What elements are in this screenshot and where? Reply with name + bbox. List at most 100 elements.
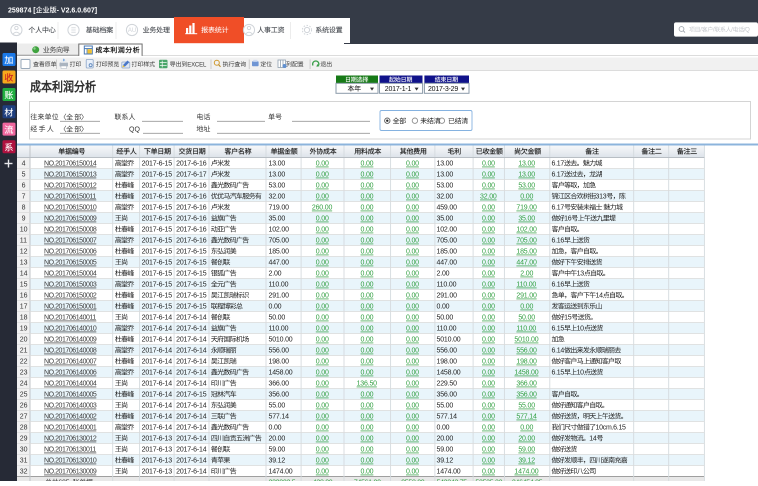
svg-text:2017-6-15: 2017-6-15 [176,260,207,267]
svg-text:NO.201706150014: NO.201706150014 [44,161,97,168]
svg-text:NO.201706150012: NO.201706150012 [44,183,97,190]
svg-text:31: 31 [20,458,28,465]
svg-text:NO.201706150008: NO.201706150008 [44,227,97,234]
svg-text:2017-6-15: 2017-6-15 [142,282,173,289]
svg-text:50.00: 50.00 [437,315,454,322]
svg-text:55.00: 55.00 [437,403,454,410]
svg-text:0.00: 0.00 [406,227,419,234]
svg-text:0.00: 0.00 [361,271,374,278]
svg-text:11: 11 [20,238,27,245]
svg-text:32: 32 [20,469,28,476]
svg-text:2017-6-14: 2017-6-14 [142,392,173,399]
svg-text:0.00: 0.00 [316,359,329,366]
svg-text:2017-6-15: 2017-6-15 [142,304,173,311]
svg-text:0.00: 0.00 [361,337,374,344]
svg-text:6.15: 6.15 [552,370,565,377]
svg-text:14: 14 [589,436,597,443]
svg-text:6.16: 6.16 [552,282,565,289]
svg-text:2.00: 2.00 [520,271,533,278]
svg-text:0.00: 0.00 [361,359,374,366]
svg-text:0.00: 0.00 [316,403,329,410]
svg-text:0.00: 0.00 [482,216,495,223]
svg-text:NO.201706130012: NO.201706130012 [44,436,97,443]
svg-text:NO.201706150004: NO.201706150004 [44,271,97,278]
svg-text:0.00: 0.00 [482,205,495,212]
svg-text:NO.201706140006: NO.201706140006 [44,370,97,377]
svg-text:18: 18 [20,315,28,322]
svg-text:0.00: 0.00 [406,293,419,300]
svg-text:1458.00: 1458.00 [437,370,461,377]
svg-text:53.00: 53.00 [269,183,286,190]
svg-text:2017-6-16: 2017-6-16 [176,183,207,190]
svg-text:5: 5 [22,172,26,179]
svg-text:32.00: 32.00 [480,194,497,201]
svg-text:0.00: 0.00 [361,348,374,355]
svg-text:577.14: 577.14 [269,414,290,421]
svg-text:13.00: 13.00 [437,161,454,168]
svg-text:2017-1-1: 2017-1-1 [385,86,412,93]
svg-text:2017-6-15: 2017-6-15 [142,216,173,223]
svg-text:NO.201706140009: NO.201706140009 [44,337,97,344]
svg-text:0.00: 0.00 [482,348,495,355]
svg-text:0.00: 0.00 [406,172,419,179]
svg-text:NO.201706140005: NO.201706140005 [44,392,97,399]
svg-text:13.00: 13.00 [269,172,286,179]
svg-text:198.00: 198.00 [437,359,458,366]
svg-text:2017-6-14: 2017-6-14 [176,348,207,355]
svg-text:7: 7 [22,194,26,201]
svg-text:0.00: 0.00 [482,436,495,443]
svg-text:2017-6-15: 2017-6-15 [176,282,207,289]
svg-text:0.00: 0.00 [316,238,329,245]
svg-text:0.00: 0.00 [482,293,495,300]
svg-text:0.00: 0.00 [482,469,495,476]
svg-text:2017-6-14: 2017-6-14 [176,326,207,333]
svg-text:1474.00: 1474.00 [514,469,538,476]
svg-text:53.00: 53.00 [518,183,535,190]
svg-text:16: 16 [20,293,28,300]
svg-text:2017-6-13: 2017-6-13 [142,447,173,454]
svg-text:0.00: 0.00 [482,260,495,267]
svg-text:13.00: 13.00 [437,172,454,179]
svg-text:0.00: 0.00 [269,304,282,311]
svg-text:15: 15 [564,315,572,322]
svg-text:0.00: 0.00 [316,447,329,454]
svg-text:0.00: 0.00 [482,370,495,377]
svg-text:0.00: 0.00 [406,304,419,311]
svg-text:53.00: 53.00 [437,183,454,190]
svg-text:0.00: 0.00 [482,403,495,410]
svg-text:0.00: 0.00 [316,469,329,476]
svg-text:0.00: 0.00 [361,216,374,223]
svg-text:50.00: 50.00 [518,315,535,322]
svg-text:0.00: 0.00 [316,282,329,289]
svg-text:0.00: 0.00 [406,392,419,399]
svg-text:0.00: 0.00 [316,381,329,388]
svg-text:313: 313 [596,194,607,201]
svg-text:2017-6-14: 2017-6-14 [176,436,207,443]
svg-text:2017-6-15: 2017-6-15 [142,194,173,201]
svg-text:NO.201706150011: NO.201706150011 [44,194,96,201]
svg-text:2017-6-14: 2017-6-14 [142,337,173,344]
svg-text:0.00: 0.00 [482,425,495,432]
svg-text:- V2.6.0.607]: - V2.6.0.607] [57,7,97,14]
svg-text:NO.201706140010: NO.201706140010 [44,326,97,333]
svg-text:0.00: 0.00 [316,161,329,168]
svg-text:102.00: 102.00 [269,227,290,234]
svg-text:2017-6-14: 2017-6-14 [176,370,207,377]
svg-text:0.00: 0.00 [316,414,329,421]
svg-text:0.00: 0.00 [316,348,329,355]
svg-text:4: 4 [22,161,26,168]
svg-text:NO.201706150010: NO.201706150010 [44,205,97,212]
svg-text:12: 12 [20,249,28,256]
svg-text:2017-6-15: 2017-6-15 [176,392,207,399]
svg-text:0.00: 0.00 [482,447,495,454]
svg-text:1474.00: 1474.00 [437,469,461,476]
svg-text:0.00: 0.00 [406,414,419,421]
svg-text:0.00: 0.00 [482,326,495,333]
svg-text:0.00: 0.00 [361,172,374,179]
svg-text:0.00: 0.00 [361,436,374,443]
svg-text:2017-6-16: 2017-6-16 [176,161,207,168]
svg-text:NO.201706150005: NO.201706150005 [44,260,97,267]
svg-text:0.00: 0.00 [406,337,419,344]
svg-text:0.00: 0.00 [361,469,374,476]
svg-text:2017-6-14: 2017-6-14 [142,425,173,432]
